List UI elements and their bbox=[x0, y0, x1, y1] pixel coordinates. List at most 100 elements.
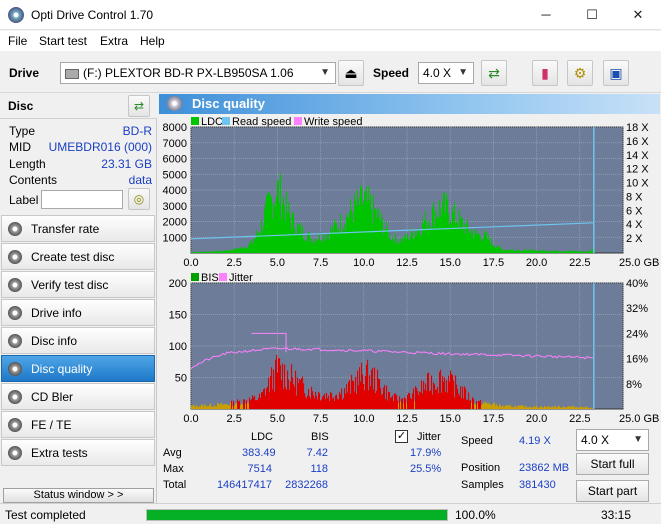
drive-select[interactable]: (F:) PLEXTOR BD-R PX-LB950SA 1.06 ▼ bbox=[60, 62, 336, 84]
bis-bar bbox=[346, 384, 348, 409]
close-button[interactable]: ✕ bbox=[615, 0, 661, 30]
bis-bar bbox=[421, 380, 423, 409]
y2-tick-label: 40% bbox=[626, 278, 648, 290]
bis-bar bbox=[377, 369, 379, 409]
speed-select[interactable]: 4.0 X ▼ bbox=[418, 62, 474, 84]
y-tick-label: 8000 bbox=[163, 122, 187, 134]
nav-item-label: Drive info bbox=[31, 306, 82, 320]
window-title: Opti Drive Control 1.70 bbox=[31, 8, 154, 22]
ldc-bar bbox=[330, 226, 332, 253]
jitter-checkbox[interactable]: ✓ bbox=[395, 430, 408, 443]
ldc-bar bbox=[535, 251, 537, 253]
nav-item-disc-info[interactable]: Disc info bbox=[1, 327, 155, 354]
disc-label-input[interactable] bbox=[41, 190, 123, 209]
ldc-bar bbox=[360, 184, 362, 253]
ldc-bar bbox=[388, 238, 390, 253]
erase-button[interactable]: ▮ bbox=[532, 60, 558, 86]
ldc-bar bbox=[207, 251, 209, 253]
ldc-bar bbox=[452, 206, 454, 253]
nav-item-cd-bler[interactable]: CD Bler bbox=[1, 383, 155, 410]
start-full-button[interactable]: Start full bbox=[576, 453, 649, 475]
ldc-bar bbox=[254, 238, 256, 253]
bis-bar bbox=[500, 405, 502, 409]
nav-item-create-test-disc[interactable]: Create test disc bbox=[1, 243, 155, 270]
ldc-bar bbox=[426, 230, 428, 253]
ldc-bar bbox=[532, 249, 534, 253]
bis-bar bbox=[353, 381, 355, 409]
nav-item-transfer-rate[interactable]: Transfer rate bbox=[1, 215, 155, 242]
ldc-bar bbox=[520, 251, 522, 253]
ldc-bar bbox=[219, 251, 221, 253]
ldc-bar bbox=[469, 232, 471, 253]
bis-bar bbox=[338, 399, 340, 409]
bis-bar bbox=[428, 372, 430, 409]
disc-type-row: Type BD-R bbox=[9, 124, 152, 140]
bis-bar bbox=[417, 390, 419, 409]
bis-bar bbox=[427, 373, 429, 409]
start-part-button[interactable]: Start part bbox=[576, 480, 649, 502]
x-tick-label: 0.0 bbox=[183, 257, 198, 269]
settings-button[interactable]: ⚙ bbox=[567, 60, 593, 86]
ldc-bar bbox=[447, 199, 449, 253]
disc-label-button[interactable]: ◎ bbox=[128, 188, 150, 210]
bis-bar bbox=[262, 391, 264, 409]
menu-file[interactable]: File bbox=[8, 34, 27, 48]
save-icon: ▣ bbox=[609, 65, 623, 81]
ldc-bar bbox=[454, 202, 456, 253]
nav-item-disc-quality[interactable]: Disc quality bbox=[1, 355, 155, 382]
ldc-bar bbox=[554, 250, 556, 253]
save-button[interactable]: ▣ bbox=[603, 60, 629, 86]
legend-swatch-bis bbox=[191, 273, 199, 281]
ldc-bar bbox=[313, 240, 315, 253]
ldc-bar bbox=[475, 228, 477, 253]
bis-bar bbox=[310, 398, 312, 409]
bis-bar bbox=[320, 400, 322, 409]
minimize-button[interactable]: ─ bbox=[523, 0, 569, 30]
ldc-bar bbox=[546, 250, 548, 253]
status-window-button[interactable]: Status window > > bbox=[3, 488, 154, 503]
nav-item-verify-test-disc[interactable]: Verify test disc bbox=[1, 271, 155, 298]
menu-help[interactable]: Help bbox=[140, 34, 165, 48]
bis-bar bbox=[284, 364, 286, 409]
bis-bar bbox=[439, 371, 441, 409]
bis-bar bbox=[469, 400, 471, 409]
maximize-button[interactable]: ☐ bbox=[569, 0, 615, 30]
ldc-bar bbox=[334, 219, 336, 253]
refresh-button[interactable]: ⇄ bbox=[481, 60, 507, 86]
bis-bar bbox=[589, 408, 591, 409]
legend-swatch-write-speed bbox=[294, 117, 302, 125]
nav-item-extra-tests[interactable]: Extra tests bbox=[1, 439, 155, 466]
bis-bar bbox=[430, 390, 432, 409]
bis-bar bbox=[312, 391, 314, 409]
eject-button[interactable]: ⏏ bbox=[338, 60, 364, 86]
nav-item-fe-te[interactable]: FE / TE bbox=[1, 411, 155, 438]
bis-bar bbox=[576, 407, 578, 409]
ldc-bar bbox=[346, 213, 348, 253]
ldc-bar bbox=[286, 191, 288, 253]
bis-bar bbox=[342, 399, 344, 409]
legend-swatch-read-speed bbox=[222, 117, 230, 125]
bis-bar bbox=[390, 398, 392, 409]
bis-bar bbox=[386, 385, 388, 409]
menu-start-test[interactable]: Start test bbox=[39, 34, 87, 48]
ldc-bar bbox=[196, 252, 198, 253]
chevron-down-icon: ▼ bbox=[320, 67, 330, 78]
ldc-bar bbox=[495, 248, 497, 253]
bis-bar bbox=[203, 406, 205, 409]
menu-extra[interactable]: Extra bbox=[100, 34, 128, 48]
ldc-bar bbox=[369, 200, 371, 253]
ldc-bar bbox=[266, 195, 268, 253]
bis-bar bbox=[313, 395, 315, 409]
y2-tick-label: 10 X bbox=[626, 178, 649, 190]
disc-refresh-button[interactable]: ⇄ bbox=[128, 95, 150, 117]
bis-bar bbox=[397, 400, 399, 409]
app-disc-icon bbox=[8, 7, 24, 23]
ldc-bar bbox=[249, 243, 251, 253]
test-speed-select[interactable]: 4.0 X ▼ bbox=[576, 429, 649, 451]
nav-item-drive-info[interactable]: Drive info bbox=[1, 299, 155, 326]
bis-bar bbox=[591, 408, 593, 409]
ldc-bar bbox=[560, 251, 562, 253]
bis-bar bbox=[572, 405, 574, 409]
bis-bar bbox=[193, 404, 195, 409]
ldc-bar bbox=[571, 250, 573, 253]
